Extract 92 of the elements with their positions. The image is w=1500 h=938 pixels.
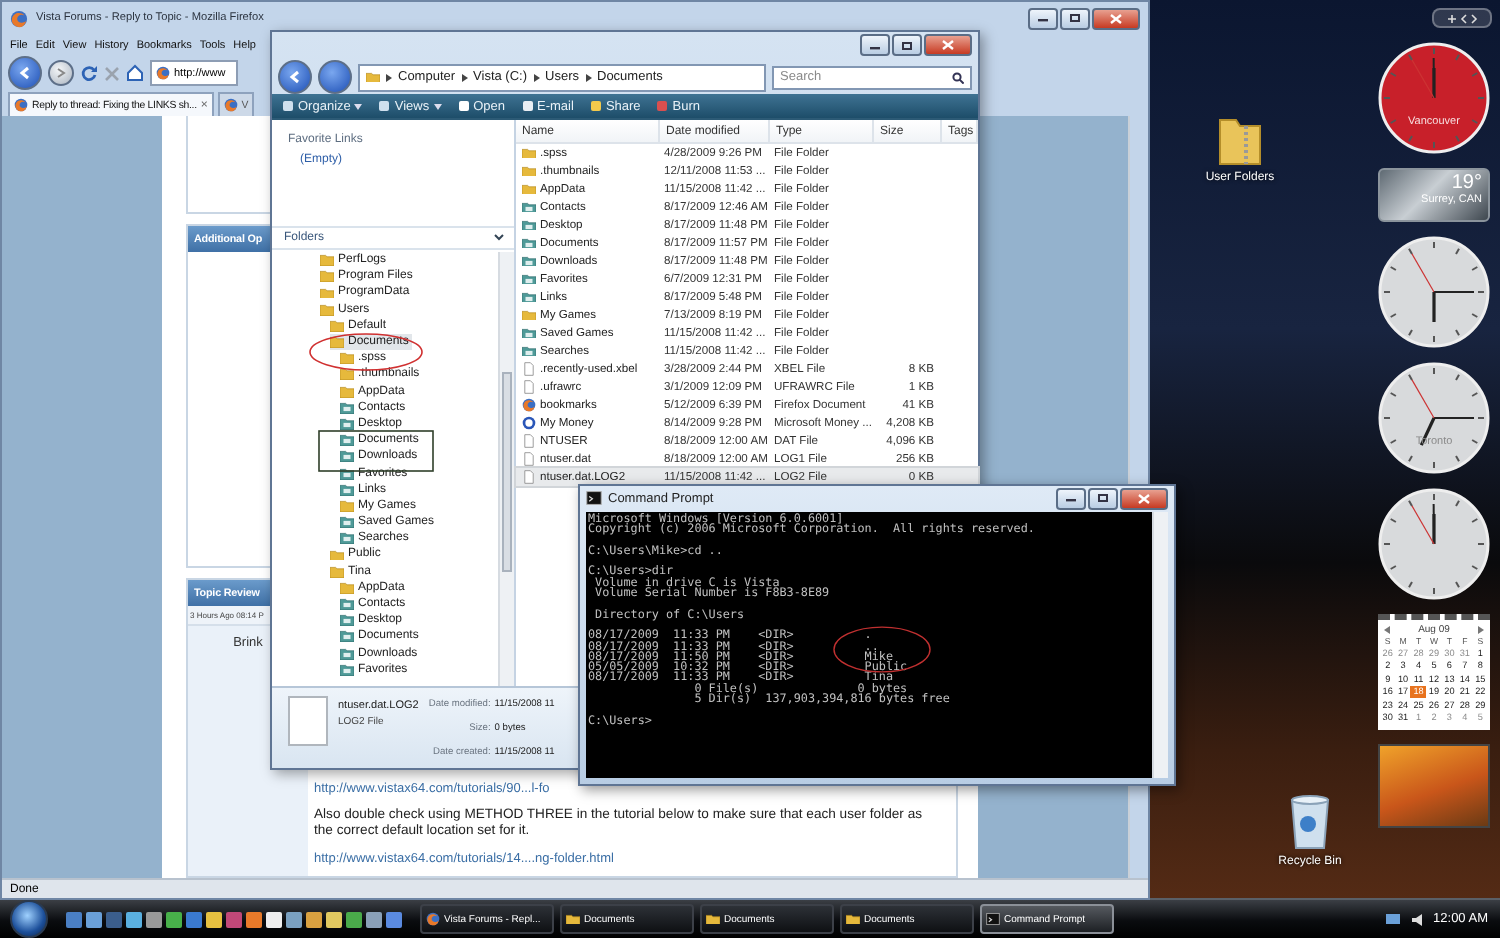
clock-drawing <box>1378 362 1490 474</box>
chevron-icon <box>386 73 392 81</box>
toolbar-icon <box>589 100 602 112</box>
forward-button[interactable] <box>318 60 352 94</box>
folder-icon <box>706 913 720 925</box>
clock-drawing <box>1378 488 1490 600</box>
folder-icon <box>522 201 536 213</box>
globe-icon <box>10 9 28 27</box>
close-button[interactable] <box>1120 487 1168 509</box>
search-icon <box>952 71 964 83</box>
close-button[interactable] <box>924 34 972 56</box>
clock-drawing <box>1378 236 1490 348</box>
folder-icon <box>340 450 354 463</box>
terminal-icon <box>986 912 1000 926</box>
folder-icon <box>340 434 354 447</box>
globe-icon <box>426 912 440 926</box>
previous-icon[interactable] <box>1384 625 1390 633</box>
caret-icon <box>354 103 363 109</box>
maximize-button[interactable] <box>892 34 922 56</box>
folder-icon <box>340 499 354 512</box>
minimize-icon <box>870 41 880 49</box>
folder-icon <box>340 401 354 414</box>
chevron-icon <box>533 73 540 81</box>
folder-icon <box>340 483 354 496</box>
maximize-icon <box>1098 494 1108 502</box>
terminal-icon <box>586 490 602 506</box>
arrows-icon <box>1446 13 1478 23</box>
minimize-button[interactable] <box>1056 487 1086 509</box>
globe-icon <box>14 98 28 112</box>
scrollbar-thumb[interactable] <box>502 372 512 572</box>
close-icon <box>942 40 954 50</box>
maximize-icon <box>1070 14 1080 22</box>
maximize-button[interactable] <box>1060 7 1090 29</box>
folder-icon <box>522 327 536 339</box>
globe-icon <box>522 398 536 412</box>
folder-icon <box>340 598 354 610</box>
folder-icon <box>522 255 536 267</box>
close-icon <box>1110 13 1122 23</box>
maximize-button[interactable] <box>1088 487 1118 509</box>
folder-icon <box>340 516 354 529</box>
folder-icon <box>522 291 536 303</box>
toolbar-icon <box>378 100 391 112</box>
toolbar-icon <box>457 100 470 112</box>
folder-icon <box>522 237 536 249</box>
photo-placeholder <box>1378 744 1490 828</box>
toolbar-icon <box>282 100 294 112</box>
folder-icon <box>366 71 380 83</box>
toolbar-icon <box>521 100 534 112</box>
home-icon[interactable] <box>126 64 144 82</box>
network-icon <box>1383 911 1402 927</box>
recycle-bin-icon[interactable] <box>1288 794 1332 850</box>
back-button[interactable] <box>278 60 312 94</box>
folder-icon <box>340 647 354 660</box>
back-button[interactable] <box>8 56 42 90</box>
close-button[interactable] <box>1092 7 1140 29</box>
folder-icon <box>846 913 860 925</box>
globe-icon <box>156 66 170 80</box>
folder-icon <box>340 532 354 545</box>
minimize-icon <box>1038 14 1048 22</box>
speaker-icon <box>1409 911 1426 927</box>
coin-icon <box>522 416 536 430</box>
chevron-icon <box>494 234 504 242</box>
clock-drawing <box>1378 42 1490 154</box>
next-icon[interactable] <box>1477 625 1484 633</box>
maximize-icon <box>902 41 912 49</box>
reload-icon[interactable] <box>80 64 98 82</box>
folder-icon <box>340 467 354 479</box>
folder-icon <box>340 630 354 643</box>
forward-button[interactable] <box>48 60 74 86</box>
start-button[interactable] <box>10 900 48 938</box>
sidebar-controls[interactable] <box>1432 8 1492 28</box>
toolbar-icon <box>656 100 669 112</box>
temperature: 19° <box>1451 172 1482 194</box>
globe-icon <box>223 98 238 112</box>
folder-icon <box>340 663 354 676</box>
close-icon <box>1138 493 1150 503</box>
caret-icon <box>433 103 442 109</box>
folder-icon <box>566 913 580 925</box>
folder-icon <box>522 273 536 285</box>
chevron-icon <box>585 73 591 81</box>
folder-icon <box>522 309 536 321</box>
minimize-button[interactable] <box>1028 7 1058 29</box>
minimize-icon <box>1066 494 1076 502</box>
zipped-folder-icon[interactable] <box>1218 114 1262 166</box>
folder-icon <box>522 219 536 231</box>
folder-icon <box>340 614 354 627</box>
annotation-ellipse <box>832 626 932 673</box>
folder-icon <box>522 345 536 357</box>
minimize-button[interactable] <box>860 34 890 56</box>
folder-icon <box>340 418 354 430</box>
file-icon <box>288 696 328 746</box>
chevron-icon <box>461 73 468 81</box>
